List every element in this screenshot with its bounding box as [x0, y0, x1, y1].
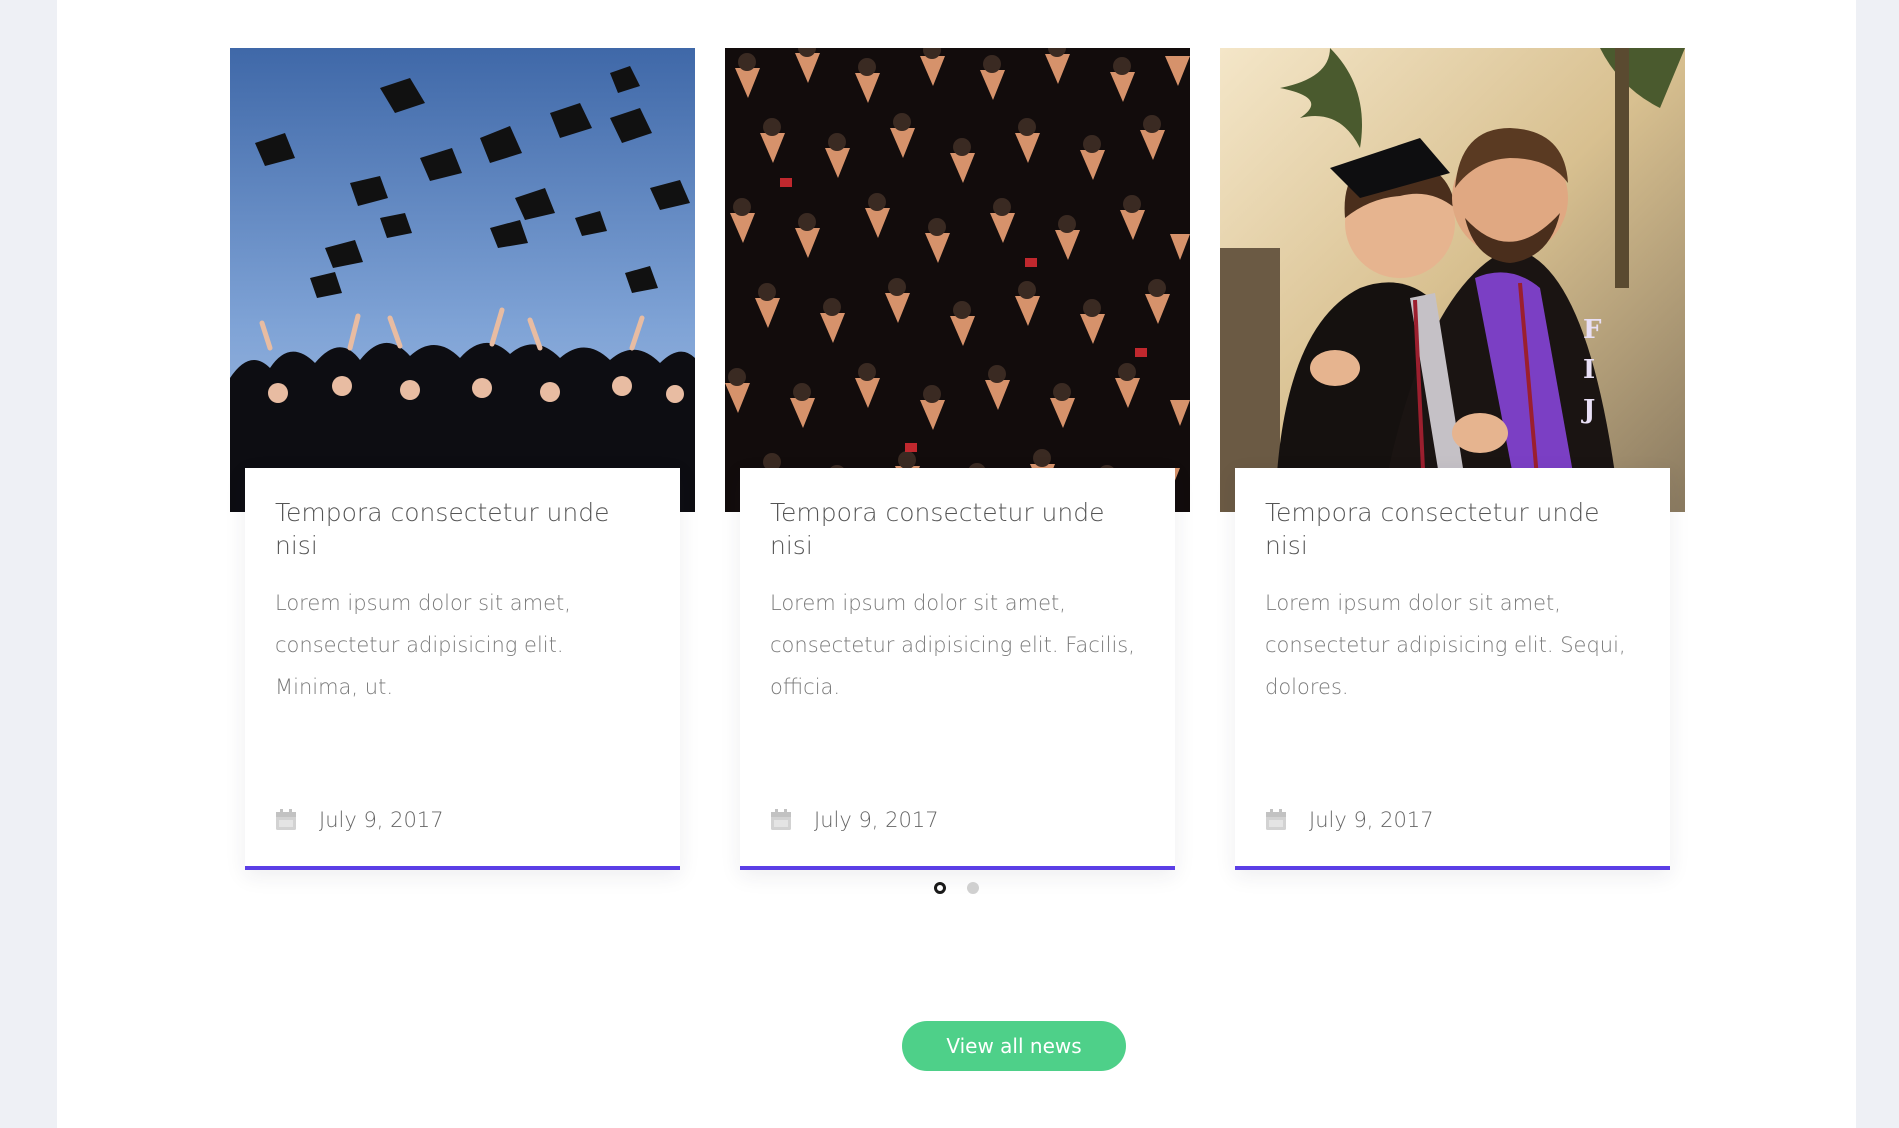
- news-card-meta: July 9, 2017: [770, 808, 939, 832]
- carousel-dot-1[interactable]: [934, 882, 946, 894]
- news-card-body: Tempora consectetur unde nisi Lorem ipsu…: [1235, 468, 1670, 870]
- carousel-pagination: [934, 882, 979, 894]
- svg-text:F: F: [1583, 315, 1602, 345]
- news-card-image-caps-thrown[interactable]: [230, 48, 695, 512]
- news-card-title[interactable]: Tempora consectetur unde nisi: [1265, 496, 1640, 562]
- graduates-crowd-image: [725, 48, 1190, 512]
- news-card-body: Tempora consectetur unde nisi Lorem ipsu…: [740, 468, 1175, 870]
- news-card-excerpt: Lorem ipsum dolor sit amet, consectetur …: [1265, 591, 1626, 699]
- graduation-caps-image: [230, 48, 695, 512]
- news-card-image-couple[interactable]: F I J: [1220, 48, 1685, 512]
- view-all-news-button[interactable]: View all news: [902, 1021, 1126, 1071]
- news-card-image-crowd[interactable]: [725, 48, 1190, 512]
- carousel-dot-2[interactable]: [967, 882, 979, 894]
- graduate-couple-image: F I J: [1220, 48, 1685, 512]
- news-card-meta: July 9, 2017: [275, 808, 444, 832]
- svg-text:J: J: [1581, 395, 1595, 425]
- news-card-excerpt: Lorem ipsum dolor sit amet, consectetur …: [770, 591, 1135, 699]
- news-card-date: July 9, 2017: [814, 808, 939, 832]
- news-section: Tempora consectetur unde nisi Lorem ipsu…: [57, 0, 1856, 1128]
- news-card-date: July 9, 2017: [1309, 808, 1434, 832]
- news-card-body: Tempora consectetur unde nisi Lorem ipsu…: [245, 468, 680, 870]
- news-card-meta: July 9, 2017: [1265, 808, 1434, 832]
- calendar-icon: [1265, 809, 1287, 831]
- news-card-title[interactable]: Tempora consectetur unde nisi: [770, 496, 1145, 562]
- calendar-icon: [770, 809, 792, 831]
- news-card-date: July 9, 2017: [319, 808, 444, 832]
- news-card-title[interactable]: Tempora consectetur unde nisi: [275, 496, 650, 562]
- news-card-excerpt: Lorem ipsum dolor sit amet, consectetur …: [275, 591, 571, 699]
- calendar-icon: [275, 809, 297, 831]
- svg-text:I: I: [1583, 355, 1595, 385]
